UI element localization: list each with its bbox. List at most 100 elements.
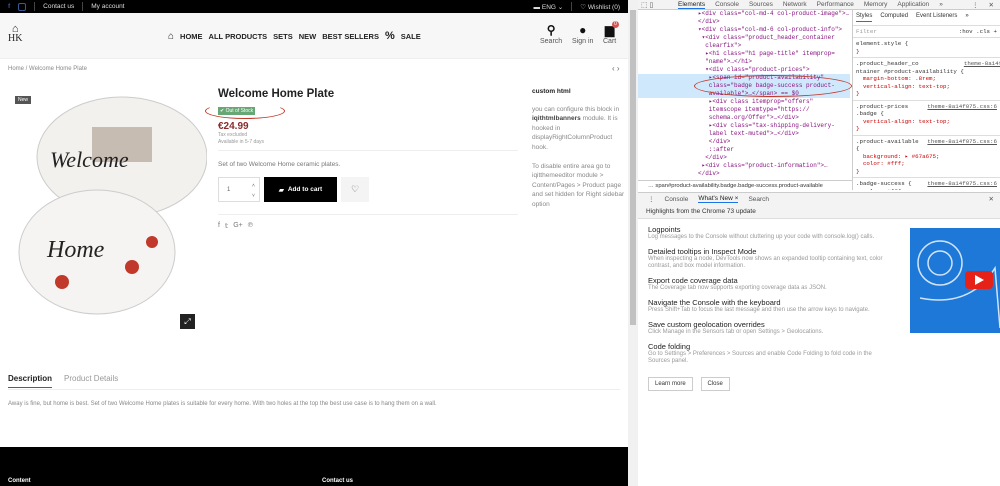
menu-icon[interactable]: ⋮ [972,1,979,9]
contact-link[interactable]: Contact us [43,3,74,10]
close-button[interactable]: Close [700,377,730,391]
page-scrollbar[interactable] [628,0,638,486]
nav-sale[interactable]: SALE [401,32,421,41]
item-description: When inspecting a node, DevTools now sho… [648,256,883,269]
cart-button[interactable]: ▆ Cart 0 [603,21,619,45]
css-declarations: vertical-align: text-top; } [856,117,950,133]
whats-new-item: Export code coverage data The Coverage ta… [648,276,888,292]
language-select[interactable]: ▬ ENG ⌄ [534,3,564,11]
hov-cls-buttons[interactable]: :hov .cls + [959,28,997,36]
sidebar-text: you can configure this block in [532,105,620,113]
drawer-tab-console[interactable]: Console [665,196,689,203]
dom-node[interactable]: ▾<div class="product_header_container [698,34,850,42]
stylesheet-link[interactable]: theme-8a14f075.css:6 [927,180,997,188]
close-devtools-icon[interactable]: ✕ [989,1,994,9]
twitter-share-icon[interactable]: 𝕥 [225,222,228,230]
instagram-icon[interactable] [18,2,27,11]
sidebar-title: custom html [532,88,571,95]
google-plus-share-icon[interactable]: G+ [233,222,243,230]
wishlist-button[interactable]: ♡ [341,177,369,202]
prev-next-arrows[interactable]: ‹ › [612,64,620,73]
pinterest-share-icon[interactable]: ℗ [248,222,253,230]
dom-node[interactable]: </div> [698,18,850,26]
delivery-label: Available in 5-7 days [218,139,265,145]
stylesheet-link[interactable]: theme-8a14f075.css:6 [927,138,997,153]
dom-node[interactable]: ::after [698,146,850,154]
nav-new[interactable]: NEW [299,32,317,41]
tab-computed[interactable]: Computed [880,13,908,22]
styles-tabs: Styles Computed Event Listeners » [853,10,1000,26]
tab-event-listeners[interactable]: Event Listeners [916,13,957,22]
signin-button[interactable]: ● Sign in [572,23,593,45]
whats-new-item: Save custom geolocation overrides Click M… [648,320,888,336]
item-title: Code folding [648,342,691,351]
stepper-arrows[interactable]: ˄ ˅ [252,181,255,201]
stylesheet-link[interactable]: theme-8a14f075.css:6 [927,103,997,118]
facebook-icon[interactable]: f [8,3,10,10]
product-image[interactable]: Welcome Home [12,92,207,324]
drawer-tabs: ⋮ Console What's New × Search ✕ [638,193,1000,205]
styles-filter[interactable]: Filter :hov .cls + [853,26,1000,38]
dom-node[interactable]: ▸<div class="tax-shipping-delivery- [698,122,850,130]
availability-badge: ✔ Out of Stock [218,107,256,115]
tab-network[interactable]: Network [783,1,807,8]
item-description: Press Shift+Tab to focus the last messag… [648,307,870,313]
account-link[interactable]: My account [91,3,124,10]
dom-breadcrumb[interactable]: … span#product-availability.badge.badge-… [638,180,852,190]
drawer-tab-search[interactable]: Search [748,196,769,203]
cart-count-badge: 0 [612,21,619,28]
nav-all-products[interactable]: ALL PRODUCTS [209,32,268,41]
dom-node[interactable]: clearfix"> [698,42,850,50]
tab-memory[interactable]: Memory [864,1,887,8]
dom-node[interactable]: </div> [698,138,850,146]
tab-product-details[interactable]: Product Details [64,374,118,388]
dom-node[interactable]: ▸<h1 class="h1 page-title" itemprop= [698,50,850,58]
bag-icon: ▰ [278,186,284,194]
devtools-tabs: Elements Console Sources Network Perform… [638,0,1000,10]
nav-sets[interactable]: SETS [273,32,293,41]
logo[interactable]: ⌂ HK [8,24,22,44]
breadcrumb-home[interactable]: Home [8,66,24,72]
dom-node[interactable]: label text-muted">…</div> [698,130,850,138]
dom-node[interactable]: ▸<div class="col-md-4 col-product-image"… [698,10,850,18]
dom-node[interactable]: ▸<div class itemprop="offers" [698,98,850,106]
search-button[interactable]: ⚲ Search [540,23,562,45]
dom-node[interactable]: itemscope itemtype="https:// [698,106,850,114]
expand-image-button[interactable]: ⤢ [180,314,195,329]
tab-performance[interactable]: Performance [817,1,854,8]
scrollbar-thumb[interactable] [630,10,636,325]
dom-node[interactable]: </div> [698,154,850,162]
css-declarations: margin-bottom: .8rem; vertical-align: te… [856,75,950,97]
quantity-stepper[interactable]: 1 ˄ ˅ [218,177,260,202]
dom-node[interactable]: ▾<div class="col-md-6 col-product-info"> [698,26,850,34]
dom-node[interactable]: schema.org/Offer">…</div> [698,114,850,122]
learn-more-button[interactable]: Learn more [648,377,693,391]
filter-placeholder: Filter [856,27,877,35]
tab-console[interactable]: Console [715,1,739,8]
wishlist-link[interactable]: ♡ Wishlist (0) [580,3,620,11]
close-drawer-icon[interactable]: ✕ [989,195,994,203]
facebook-share-icon[interactable]: f [218,222,220,230]
dom-node[interactable]: "name">…</h1> [698,58,850,66]
css-selector: .product-available { [856,137,919,153]
stylesheet-link[interactable]: theme-8a14f075.css:6 [964,60,1000,75]
chrome-73-video-thumbnail[interactable] [910,228,1000,333]
more-tabs-button[interactable]: » [939,1,943,8]
dom-node[interactable]: ▾<div class="product-prices"> [698,66,850,74]
nav-best-sellers[interactable]: BEST SELLERS [322,32,379,41]
dom-node[interactable]: ▸<div class="product-information">… [698,162,850,170]
tab-elements[interactable]: Elements [678,1,706,9]
drawer-menu-icon[interactable]: ⋮ [648,195,655,203]
tab-sources[interactable]: Sources [749,1,773,8]
inspect-icon[interactable]: ⬚ ▯ [641,1,653,9]
tab-description[interactable]: Description [8,374,53,388]
availability-text: Out of Stock [225,108,254,114]
tab-styles[interactable]: Styles [856,13,873,22]
dom-node[interactable]: </div> [698,170,850,178]
drawer-tab-whats-new[interactable]: What's New × [698,195,739,203]
add-to-cart-button[interactable]: ▰ Add to cart [264,177,337,202]
footer-content-heading: Content [8,478,31,484]
nav-home[interactable]: HOME [180,32,203,41]
tab-application[interactable]: Application [897,1,929,8]
more-style-tabs[interactable]: » [965,13,968,22]
